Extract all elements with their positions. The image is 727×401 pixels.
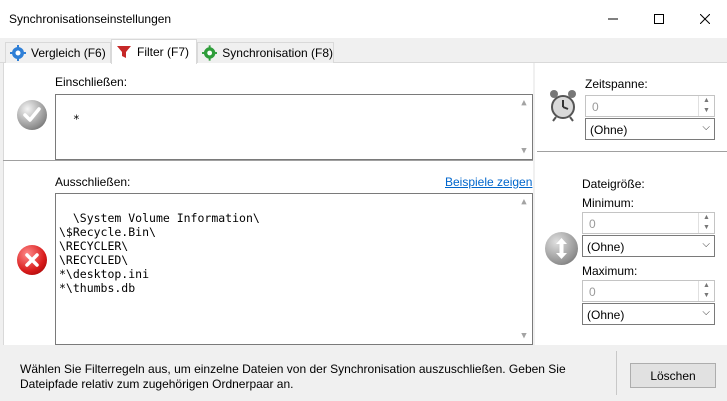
file-size-icon bbox=[545, 232, 578, 265]
spin-up-icon[interactable]: ▲ bbox=[699, 281, 714, 291]
tab-label: Synchronisation (F8) bbox=[222, 46, 333, 60]
exclude-label: Ausschließen: bbox=[55, 175, 131, 189]
close-button[interactable] bbox=[682, 0, 727, 38]
timespan-unit-select[interactable]: (Ohne) ⌵ bbox=[585, 118, 715, 140]
max-size-value: 0 bbox=[589, 285, 596, 299]
minimize-button[interactable] bbox=[590, 0, 636, 38]
scroll-down-icon[interactable]: ▼ bbox=[516, 143, 532, 159]
checkmark-icon bbox=[17, 100, 47, 130]
spin-up-icon[interactable]: ▲ bbox=[699, 96, 714, 106]
timespan-label: Zeitspanne: bbox=[585, 77, 648, 91]
min-size-spinbox[interactable]: 0 ▲ ▼ bbox=[582, 212, 715, 234]
min-size-unit-value: (Ohne) bbox=[587, 240, 625, 254]
tab-label: Filter (F7) bbox=[137, 45, 189, 59]
include-text: * bbox=[72, 112, 80, 126]
max-size-unit-value: (Ohne) bbox=[587, 308, 625, 322]
exclude-text: \System Volume Information\ \$Recycle.Bi… bbox=[59, 211, 260, 295]
spin-down-icon[interactable]: ▼ bbox=[699, 291, 714, 301]
tab-strip: Vergleich (F6) Filter (F7) Synchronisati… bbox=[0, 38, 727, 64]
max-label: Maximum: bbox=[582, 264, 638, 278]
tab-synchronisation[interactable]: Synchronisation (F8) bbox=[197, 42, 334, 63]
min-size-value: 0 bbox=[589, 217, 596, 231]
filesize-label: Dateigröße: bbox=[582, 177, 645, 191]
tab-label: Vergleich (F6) bbox=[31, 46, 106, 60]
include-label: Einschließen: bbox=[55, 75, 128, 89]
examples-link[interactable]: Beispiele zeigen bbox=[445, 175, 532, 189]
clear-button[interactable]: Löschen bbox=[630, 363, 716, 388]
include-scrollbar[interactable]: ▲ ▼ bbox=[516, 95, 532, 159]
max-size-unit-select[interactable]: (Ohne) ⌵ bbox=[582, 303, 715, 325]
footer: Wählen Sie Filterregeln aus, um einzelne… bbox=[0, 345, 727, 401]
alarm-clock-icon bbox=[550, 90, 576, 122]
close-icon bbox=[700, 14, 710, 24]
minimize-icon bbox=[608, 18, 618, 20]
min-label: Minimum: bbox=[582, 196, 635, 210]
timespan-unit-value: (Ohne) bbox=[590, 123, 628, 137]
gear-green-icon bbox=[202, 45, 218, 61]
window-title: Synchronisationseinstellungen bbox=[9, 12, 172, 26]
chevron-down-icon: ⌵ bbox=[702, 122, 710, 133]
scroll-up-icon[interactable]: ▲ bbox=[516, 95, 532, 111]
footer-divider bbox=[616, 351, 617, 395]
right-divider bbox=[537, 151, 727, 152]
title-bar: Synchronisationseinstellungen bbox=[0, 0, 727, 38]
min-size-unit-select[interactable]: (Ohne) ⌵ bbox=[582, 235, 715, 257]
scroll-down-icon[interactable]: ▼ bbox=[516, 328, 532, 344]
spin-down-icon[interactable]: ▼ bbox=[699, 106, 714, 116]
section-divider bbox=[3, 160, 533, 161]
tab-filter[interactable]: Filter (F7) bbox=[111, 39, 197, 64]
exclude-x-icon bbox=[17, 245, 47, 275]
panel-divider bbox=[533, 63, 535, 345]
exclude-textarea[interactable]: \System Volume Information\ \$Recycle.Bi… bbox=[55, 193, 533, 345]
gear-blue-icon bbox=[10, 45, 26, 61]
spin-up-icon[interactable]: ▲ bbox=[699, 213, 714, 223]
max-size-spinbox[interactable]: 0 ▲ ▼ bbox=[582, 280, 715, 302]
tab-vergleich[interactable]: Vergleich (F6) bbox=[5, 42, 111, 63]
chevron-down-icon: ⌵ bbox=[702, 239, 710, 250]
maximize-button[interactable] bbox=[636, 0, 682, 38]
maximize-icon bbox=[654, 14, 664, 24]
chevron-down-icon: ⌵ bbox=[702, 307, 710, 318]
exclude-scrollbar[interactable]: ▲ ▼ bbox=[516, 194, 532, 344]
help-text: Wählen Sie Filterregeln aus, um einzelne… bbox=[20, 362, 566, 391]
include-textarea[interactable]: * ▲ ▼ bbox=[55, 94, 533, 160]
scroll-up-icon[interactable]: ▲ bbox=[516, 194, 532, 210]
timespan-spinbox[interactable]: 0 ▲ ▼ bbox=[585, 95, 715, 117]
timespan-value: 0 bbox=[592, 100, 599, 114]
funnel-icon bbox=[117, 46, 131, 58]
spin-down-icon[interactable]: ▼ bbox=[699, 223, 714, 233]
